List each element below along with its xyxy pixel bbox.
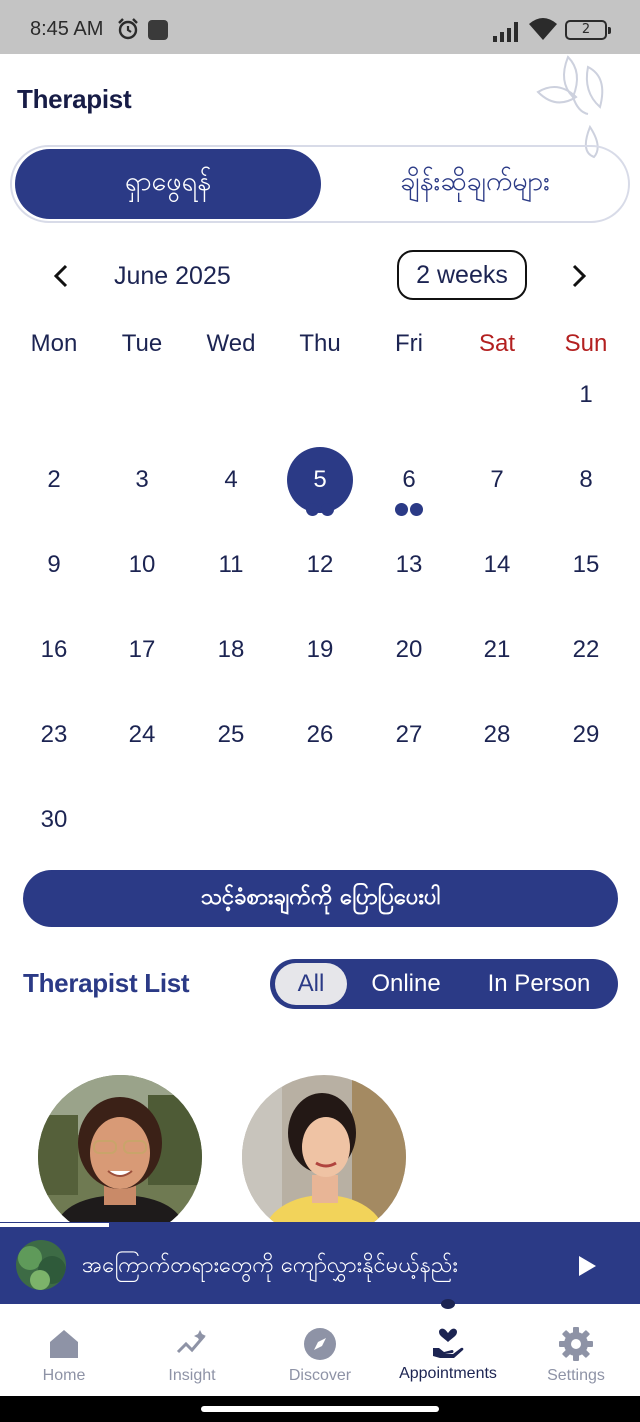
calendar-day[interactable]: 1 <box>553 362 619 428</box>
calendar-day[interactable]: 26 <box>287 702 353 768</box>
calendar-day[interactable]: 14 <box>464 532 530 598</box>
nav-item-insight[interactable]: Insight <box>128 1304 256 1396</box>
wifi-icon <box>529 18 557 40</box>
weekday-wed: Wed <box>206 330 256 357</box>
share-feelings-button[interactable]: သင့်ခံစားချက်ကို ပြောပြပေးပါ <box>23 870 618 927</box>
status-time: 8:45 AM <box>30 18 104 40</box>
tab-appointments[interactable]: ချိန်းဆိုချက်များ <box>324 149 626 219</box>
calendar-day[interactable]: 30 <box>21 787 87 853</box>
nav-label-home: Home <box>42 1367 86 1384</box>
nav-label-insight: Insight <box>168 1367 216 1384</box>
nav-item-appointments[interactable]: Appointments <box>384 1304 512 1396</box>
therapist-avatar[interactable] <box>242 1075 406 1239</box>
appointment-dot <box>306 503 319 516</box>
track-thumbnail <box>16 1240 66 1290</box>
status-bar: 8:45 AM 2 <box>0 0 640 54</box>
filter-in-person[interactable]: In Person <box>475 963 603 1005</box>
weekday-sat: Sat <box>478 330 516 357</box>
nav-item-discover[interactable]: Discover <box>256 1304 384 1396</box>
play-icon[interactable] <box>576 1254 598 1278</box>
chevron-left-icon[interactable] <box>48 262 76 290</box>
mini-player[interactable]: အကြောက်တရားတွေကို ကျော်လွှားနိုင်မယ့်နည်… <box>0 1228 640 1304</box>
gesture-handle[interactable] <box>201 1406 439 1412</box>
gear-icon <box>559 1327 593 1361</box>
app-notification-icon <box>148 20 168 40</box>
alarm-icon <box>118 18 138 40</box>
calendar-day[interactable]: 3 <box>109 447 175 513</box>
calendar-day[interactable]: 10 <box>109 532 175 598</box>
calendar-day[interactable]: 24 <box>109 702 175 768</box>
appointment-indicator <box>395 503 423 516</box>
calendar-day[interactable]: 17 <box>109 617 175 683</box>
nav-item-settings[interactable]: Settings <box>512 1304 640 1396</box>
therapist-avatar[interactable] <box>38 1075 202 1239</box>
month-label: June 2025 <box>114 262 231 290</box>
calendar-day[interactable]: 19 <box>287 617 353 683</box>
calendar-day[interactable]: 2 <box>21 447 87 513</box>
tab-search[interactable]: ရှာဖွေရန် <box>15 149 321 219</box>
calendar-day[interactable]: 11 <box>198 532 264 598</box>
signal-icon <box>493 22 518 42</box>
filter-all[interactable]: All <box>275 963 347 1005</box>
calendar-day[interactable]: 8 <box>553 447 619 513</box>
battery-level: 2 <box>581 22 591 37</box>
appointment-dot <box>395 503 408 516</box>
calendar-day[interactable]: 20 <box>376 617 442 683</box>
calendar-day[interactable]: 23 <box>21 702 87 768</box>
calendar-day[interactable]: 22 <box>553 617 619 683</box>
appointment-indicator <box>306 503 334 516</box>
calendar-day[interactable]: 9 <box>21 532 87 598</box>
nav-label-appointments: Appointments <box>399 1365 497 1382</box>
track-title: အကြောက်တရားတွေကို ကျော်လွှားနိုင်မယ့်နည်… <box>82 1253 458 1278</box>
calendar-day[interactable]: 25 <box>198 702 264 768</box>
compass-icon <box>304 1328 336 1360</box>
calendar-day[interactable]: 21 <box>464 617 530 683</box>
nav-label-discover: Discover <box>288 1367 352 1384</box>
filter-online[interactable]: Online <box>358 963 454 1005</box>
nav-label-settings: Settings <box>547 1367 605 1384</box>
battery-icon: 2 <box>565 20 611 40</box>
calendar-day[interactable]: 15 <box>553 532 619 598</box>
appointment-dot <box>410 503 423 516</box>
calendar-day[interactable]: 27 <box>376 702 442 768</box>
range-toggle-button[interactable]: 2 weeks <box>397 250 527 300</box>
home-icon <box>50 1330 78 1358</box>
calendar-day[interactable]: 12 <box>287 532 353 598</box>
page-title: Therapist <box>17 84 132 114</box>
weekday-sun: Sun <box>564 330 608 357</box>
calendar-day[interactable]: 4 <box>198 447 264 513</box>
hand-heart-icon <box>433 1328 464 1358</box>
insight-icon <box>176 1330 206 1354</box>
calendar-day[interactable]: 28 <box>464 702 530 768</box>
weekday-tue: Tue <box>121 330 163 357</box>
calendar-day[interactable]: 13 <box>376 532 442 598</box>
nav-item-home[interactable]: Home <box>0 1304 128 1396</box>
calendar-day[interactable]: 16 <box>21 617 87 683</box>
weekday-thu: Thu <box>299 330 341 357</box>
chevron-right-icon[interactable] <box>564 262 592 290</box>
weekday-fri: Fri <box>395 330 423 357</box>
calendar-day[interactable]: 18 <box>198 617 264 683</box>
view-segmented-control: ရှာဖွေရန် ချိန်းဆိုချက်များ <box>10 145 630 223</box>
therapist-list-title: Therapist List <box>23 968 190 998</box>
calendar-day[interactable]: 29 <box>553 702 619 768</box>
appointment-dot <box>321 503 334 516</box>
weekday-mon: Mon <box>30 330 78 357</box>
therapist-filter: All Online In Person <box>270 959 618 1009</box>
calendar-day[interactable]: 7 <box>464 447 530 513</box>
player-progress-bar <box>0 1223 109 1227</box>
